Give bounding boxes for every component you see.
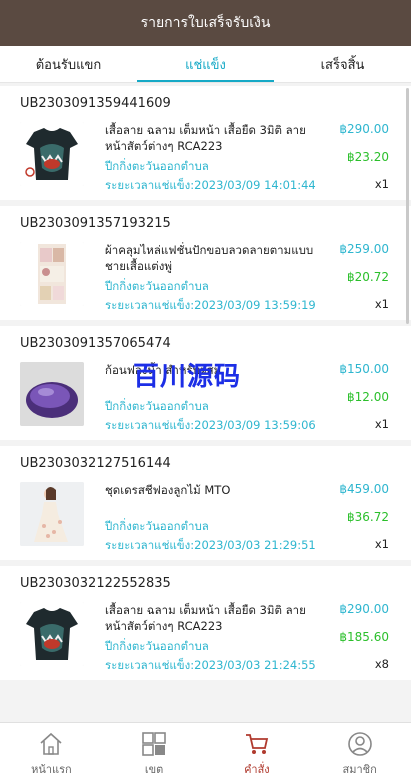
- tab-completed[interactable]: เสร็จสิ้น: [274, 46, 411, 82]
- product-name: เสื้อลาย ฉลาม เต็มหน้า เสื้อยืด 3มิติ ลา…: [105, 123, 306, 153]
- order-price: ฿459.00: [339, 482, 389, 496]
- order-commission: ฿20.72: [347, 270, 389, 284]
- order-id: UB2303091357193215: [20, 216, 171, 231]
- order-card[interactable]: UB2303091357193215 ผ้าคลุมไหล่แฟชั่นปักข…: [0, 206, 411, 320]
- watermark-text: 百川源码: [133, 362, 242, 392]
- order-commission: ฿12.00: [347, 390, 389, 404]
- order-id: UB2303032127516144: [20, 456, 171, 471]
- order-card[interactable]: UB2303032122552835 เสื้อลาย ฉลาม เต็มหน้…: [0, 566, 411, 680]
- order-card[interactable]: UB2303091359441609 เสื้อลาย ฉลาม เต็มหน้…: [0, 86, 411, 200]
- list-scrollbar[interactable]: [406, 88, 409, 324]
- tab-frozen[interactable]: แช่แข็ง: [137, 46, 274, 82]
- shipping-location: ปีกกิ่งตะวันออกตำบล: [105, 279, 209, 293]
- freeze-time: ระยะเวลาแช่แข็ง:2023/03/03 21:29:51: [105, 538, 316, 552]
- cart-icon: [245, 734, 268, 754]
- shipping-location: ปีกกิ่งตะวันออกตำบล: [105, 399, 209, 413]
- nav-zone-label: เขต: [144, 763, 164, 776]
- freeze-time: ระยะเวลาแช่แข็ง:2023/03/09 13:59:06: [105, 418, 316, 432]
- order-commission: ฿23.20: [347, 150, 389, 164]
- freeze-time: ระยะเวลาแช่แข็ง:2023/03/03 21:24:55: [105, 658, 316, 672]
- tab-reception[interactable]: ต้อนรับแขก: [0, 46, 137, 82]
- freeze-time: ระยะเวลาแช่แข็ง:2023/03/09 14:01:44: [105, 178, 316, 192]
- product-name: ผ้าคลุมไหล่แฟชั่นปักขอบลวดลายตามแบบ ชายเ…: [105, 243, 314, 273]
- product-name: เสื้อลาย ฉลาม เต็มหน้า เสื้อยืด 3มิติ ลา…: [105, 603, 306, 633]
- nav-member[interactable]: สมาชิก: [308, 723, 411, 779]
- order-id: UB2303091359441609: [20, 96, 171, 111]
- order-price: ฿259.00: [339, 242, 389, 256]
- nav-orders[interactable]: คำสั่ง: [206, 723, 309, 779]
- order-price: ฿290.00: [339, 602, 389, 616]
- nav-zone[interactable]: เขต: [103, 723, 206, 779]
- nav-home-label: หน้าแรก: [31, 763, 72, 776]
- freeze-time: ระยะเวลาแช่แข็ง:2023/03/09 13:59:19: [105, 298, 316, 312]
- nav-orders-label: คำสั่ง: [244, 763, 270, 776]
- app-header: รายการใบเสร็จรับเงิน: [0, 0, 411, 46]
- shark-shirt-image: [20, 602, 84, 666]
- home-icon: [40, 732, 62, 755]
- order-quantity: x1: [374, 537, 389, 551]
- order-quantity: x8: [374, 657, 389, 671]
- dress-image: [20, 482, 84, 546]
- order-commission: ฿185.60: [339, 630, 389, 644]
- order-price: ฿150.00: [339, 362, 389, 376]
- product-name: ชุดเดรสชีฟองลูกไม้ MTO: [105, 483, 231, 497]
- page-title: รายการใบเสร็จรับเงิน: [140, 15, 271, 31]
- order-id: UB2303091357065474: [20, 336, 171, 351]
- shipping-location: ปีกกิ่งตะวันออกตำบล: [105, 159, 209, 173]
- order-tabs: ต้อนรับแขก แช่แข็ง เสร็จสิ้น: [0, 46, 411, 83]
- nav-home[interactable]: หน้าแรก: [0, 723, 103, 779]
- shipping-location: ปีกกิ่งตะวันออกตำบล: [105, 519, 209, 533]
- order-quantity: x1: [374, 177, 389, 191]
- order-quantity: x1: [374, 297, 389, 311]
- shawl-image: [20, 242, 84, 306]
- shark-shirt-image: [20, 122, 84, 186]
- grid-icon: [142, 732, 166, 756]
- order-price: ฿290.00: [339, 122, 389, 136]
- order-commission: ฿36.72: [347, 510, 389, 524]
- sponge-image: [20, 362, 84, 426]
- order-quantity: x1: [374, 417, 389, 431]
- bottom-nav: หน้าแรก เขต คำสั่ง สมาชิก: [0, 722, 411, 779]
- order-list[interactable]: UB2303091359441609 เสื้อลาย ฉลาม เต็มหน้…: [0, 86, 411, 722]
- nav-member-label: สมาชิก: [342, 763, 377, 776]
- order-id: UB2303032122552835: [20, 576, 171, 591]
- order-card[interactable]: UB2303032127516144 ชุดเดรสชีฟองลูกไม้ MT…: [0, 446, 411, 560]
- user-icon: [347, 732, 372, 756]
- shipping-location: ปีกกิ่งตะวันออกตำบล: [105, 639, 209, 653]
